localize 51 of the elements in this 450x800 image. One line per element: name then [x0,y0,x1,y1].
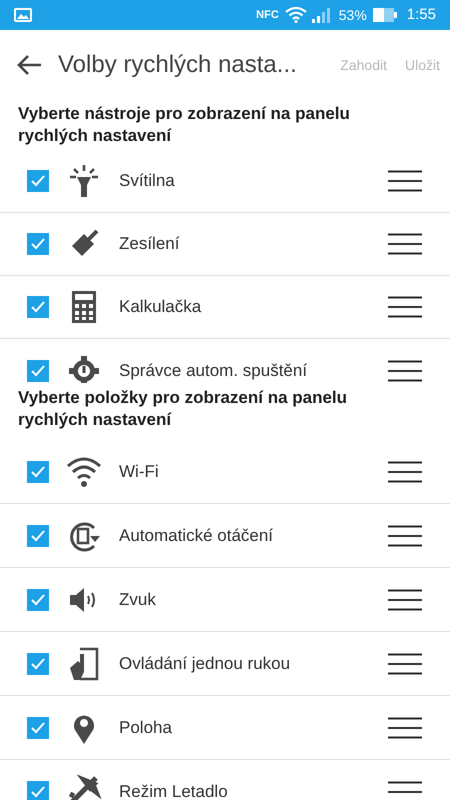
checkbox[interactable] [27,360,49,382]
checkmark-icon [31,594,45,606]
item-label: Zvuk [119,588,157,611]
checkbox[interactable] [27,716,49,738]
item-label: Svítilna [119,170,176,192]
item-label: Zesílení [119,233,180,256]
drag-handle-icon[interactable] [388,233,422,255]
drag-handle-icon[interactable] [388,588,422,610]
checkbox[interactable] [27,233,49,255]
checkmark-icon [31,364,45,376]
item-label: Režim Letadlo [119,781,229,800]
checkbox[interactable] [27,652,49,674]
screen-title: Volby rychlých nasta... [58,50,298,80]
nfc-indicator: NFC [256,8,279,23]
section-heading: Vyberte položky pro zobrazení na panelu rychlých nastavení [17,387,348,431]
checkbox[interactable] [27,524,49,546]
drag-handle-icon[interactable] [388,460,422,482]
checkbox[interactable] [27,781,49,800]
item-label: Kalkulačka [119,296,202,318]
checkmark-icon [31,175,45,187]
checkbox[interactable] [27,588,49,610]
checkbox[interactable] [27,460,49,482]
back-arrow-icon[interactable] [16,54,42,76]
checkmark-icon [31,530,45,542]
battery-icon [372,8,397,22]
checkbox[interactable] [27,170,49,192]
checkmark-icon [31,466,45,478]
checkbox[interactable] [27,296,49,318]
drag-handle-icon[interactable] [388,716,422,738]
checkmark-icon [31,786,45,798]
battery-percent: 53% [338,6,367,24]
item-label: Wi-Fi [119,460,160,483]
item-label: Ovládání jednou rukou [119,652,292,675]
wifi-icon [284,7,307,23]
drag-handle-icon[interactable] [388,296,422,318]
checkmark-icon [31,722,45,734]
item-label: Správce autom. spuštění [119,360,308,382]
drag-handle-icon[interactable] [388,360,422,382]
checkmark-icon [31,301,45,313]
clock: 1:55 [406,4,436,25]
drag-handle-icon[interactable] [388,170,422,192]
checkmark-icon [31,658,45,670]
signal-icon [310,7,333,23]
drag-handle-icon[interactable] [388,652,422,674]
drag-handle-icon[interactable] [388,524,422,546]
gallery-icon [14,8,32,22]
airplane-icon [66,774,102,800]
item-label: Poloha [119,716,173,739]
checkmark-icon [31,238,45,250]
item-label: Automatické otáčení [119,524,274,547]
section-heading: Vyberte nástroje pro zobrazení na panelu rychlých nastavení [17,103,351,147]
